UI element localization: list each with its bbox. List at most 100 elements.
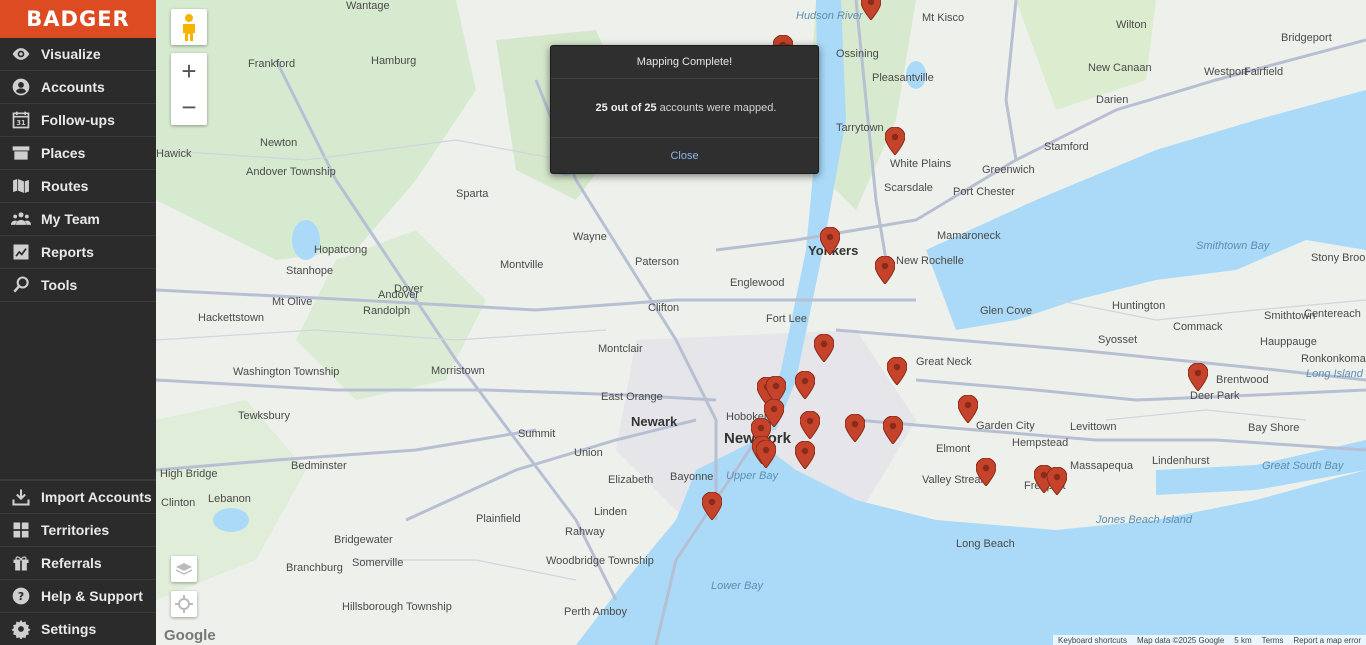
zoom-out-button[interactable]: −	[171, 89, 207, 125]
account-pin[interactable]	[886, 356, 908, 386]
nav-label: Settings	[41, 621, 97, 637]
keyboard-shortcuts-link[interactable]: Keyboard shortcuts	[1053, 636, 1132, 645]
nav-reports[interactable]: Reports	[0, 236, 156, 269]
place-label: Ronkonkoma	[1301, 353, 1366, 365]
place-label: Tewksbury	[238, 410, 290, 422]
water-label: Long Island	[1306, 368, 1363, 380]
place-label: Syosset	[1098, 334, 1138, 346]
place-label: Scarsdale	[884, 182, 933, 194]
nav-label: My Team	[41, 211, 100, 227]
nav-label: Reports	[41, 244, 94, 260]
map-layers-button[interactable]	[171, 556, 197, 582]
place-label: Englewood	[730, 277, 785, 289]
nav-bottom: Import Accounts Territories Referrals ? …	[0, 479, 156, 645]
layers-icon	[175, 563, 193, 575]
google-logo: Google	[164, 627, 216, 644]
place-label: Long Beach	[956, 538, 1015, 550]
place-label: Bay Shore	[1248, 422, 1300, 434]
place-label: High Bridge	[160, 468, 218, 480]
nav-accounts[interactable]: Accounts	[0, 71, 156, 104]
nav-visualize[interactable]: Visualize	[0, 38, 156, 71]
place-label: Brentwood	[1216, 374, 1269, 386]
territories-icon	[10, 519, 32, 541]
account-pin[interactable]	[975, 457, 997, 487]
account-pin[interactable]	[813, 333, 835, 363]
place-label: Stony Brook	[1311, 252, 1366, 264]
account-pin[interactable]	[957, 394, 979, 424]
badger-logo[interactable]: BADGER	[0, 0, 156, 38]
account-pin[interactable]	[1046, 466, 1068, 496]
place-label: Clifton	[648, 302, 680, 314]
nav-label: Places	[41, 145, 86, 161]
account-pin[interactable]	[844, 413, 866, 443]
zoom-in-button[interactable]: +	[171, 53, 207, 89]
water-label: Upper Bay	[726, 470, 778, 482]
crosshair-icon	[175, 595, 193, 613]
place-label: Hamburg	[371, 55, 417, 67]
place-label: Morristown	[431, 365, 485, 377]
place-label: Westport	[1204, 66, 1248, 78]
map-data-text: Map data ©2025 Google	[1136, 635, 1225, 645]
account-pin[interactable]	[819, 226, 841, 256]
nav-label: Follow-ups	[41, 112, 115, 128]
place-label: Randolph	[363, 305, 411, 317]
nav-label: Routes	[41, 178, 89, 194]
store-icon	[10, 142, 32, 164]
nav-my-team[interactable]: My Team	[0, 203, 156, 236]
nav-label: Visualize	[41, 46, 101, 62]
water-label: Hudson River	[796, 10, 863, 22]
nav-help-support[interactable]: ? Help & Support	[0, 579, 156, 612]
account-pin[interactable]	[755, 439, 777, 469]
account-pin[interactable]	[1187, 362, 1209, 392]
eye-icon	[10, 43, 32, 65]
nav-label: Referrals	[41, 555, 102, 571]
account-pin[interactable]	[860, 0, 882, 21]
account-pin[interactable]	[882, 415, 904, 445]
account-pin[interactable]	[799, 410, 821, 440]
nav-territories[interactable]: Territories	[0, 513, 156, 546]
place-label: Andover Township	[246, 166, 336, 178]
place-label: Glen Cove	[980, 305, 1032, 317]
place-label: Fairfield	[1244, 66, 1284, 78]
nav-referrals[interactable]: Referrals	[0, 546, 156, 579]
chart-icon	[10, 241, 32, 263]
place-label: Somerville	[352, 557, 404, 569]
close-button[interactable]: Close	[551, 138, 818, 174]
account-pin[interactable]	[884, 126, 906, 156]
account-pin[interactable]	[874, 255, 896, 285]
street-view-pegman-button[interactable]	[171, 9, 207, 45]
scale-bar[interactable]: 5 km	[1229, 636, 1256, 645]
account-pin[interactable]	[701, 491, 723, 521]
place-label: Sparta	[456, 188, 489, 200]
place-label: Hillsborough Township	[342, 601, 452, 613]
my-location-button[interactable]	[171, 591, 197, 617]
place-label: Massapequa	[1070, 460, 1133, 472]
report-error-link[interactable]: Report a map error	[1288, 636, 1366, 645]
place-label: Woodbridge Township	[546, 555, 654, 567]
place-label: Union	[574, 447, 603, 459]
account-pin[interactable]	[794, 370, 816, 400]
nav-routes[interactable]: Routes	[0, 170, 156, 203]
place-label: Huntington	[1112, 300, 1166, 312]
mapped-suffix: accounts were mapped.	[659, 102, 777, 114]
place-label: New Rochelle	[896, 255, 964, 267]
nav-settings[interactable]: Settings	[0, 612, 156, 645]
nav-import-accounts[interactable]: Import Accounts	[0, 480, 156, 513]
team-icon	[10, 208, 32, 230]
account-pin[interactable]	[794, 440, 816, 470]
terms-link[interactable]: Terms	[1257, 636, 1289, 645]
place-label: White Plains	[890, 158, 952, 170]
nav-tools[interactable]: Tools	[0, 269, 156, 302]
dialog-message: 25 out of 25 accounts were mapped.	[551, 79, 818, 138]
place-label: Levittown	[1070, 421, 1117, 433]
help-icon: ?	[10, 585, 32, 607]
nav-follow-ups[interactable]: 31 Follow-ups	[0, 104, 156, 137]
place-label: Stanhope	[286, 265, 334, 277]
place-label: Hempstead	[1012, 437, 1069, 449]
place-label: Ossining	[836, 48, 879, 60]
place-label: Hopatcong	[314, 244, 368, 256]
place-label: Lindenhurst	[1152, 455, 1210, 467]
nav-places[interactable]: Places	[0, 137, 156, 170]
place-label: Elizabeth	[608, 474, 654, 486]
logo-text: BADGER	[26, 7, 130, 31]
